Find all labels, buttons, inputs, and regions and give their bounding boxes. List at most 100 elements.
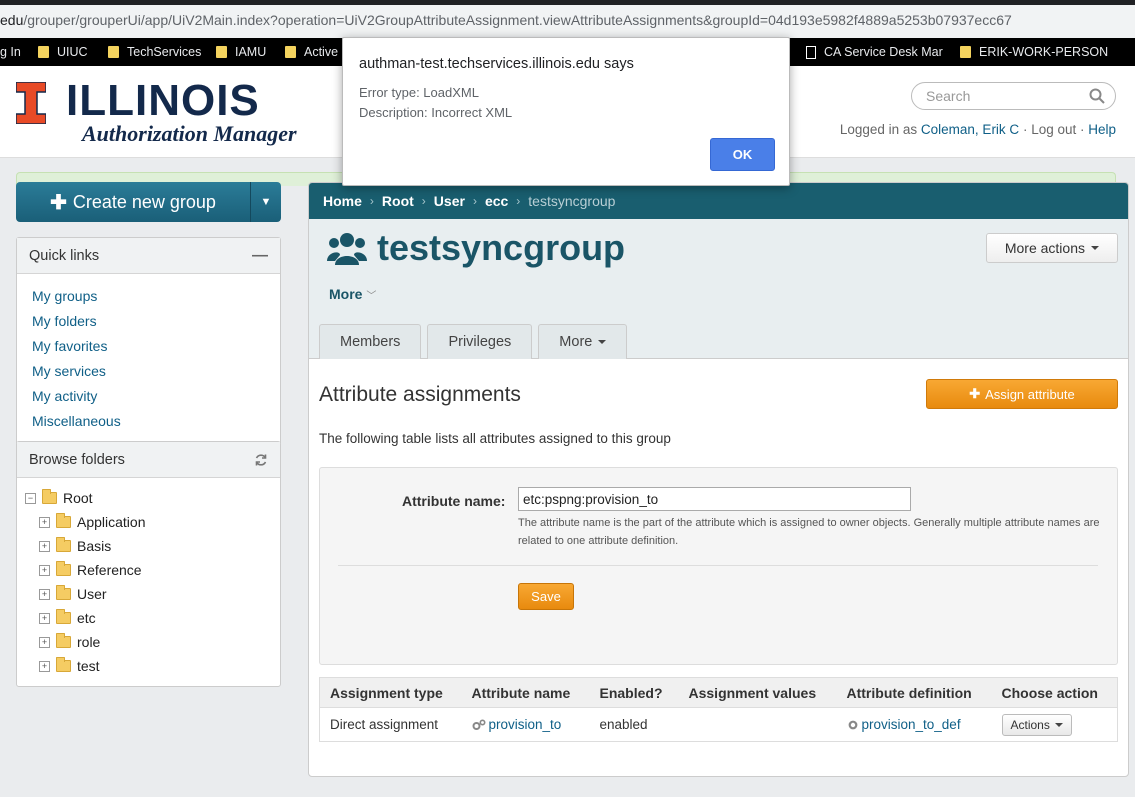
group-header: testsyncgroup More actions More ﹀ Member… [309, 219, 1128, 359]
folder-icon [38, 46, 49, 58]
help-link[interactable]: Help [1088, 122, 1116, 137]
search-box[interactable] [911, 82, 1116, 110]
attribute-name-cell: provision_to [461, 707, 590, 742]
column-header: Assignment values [678, 677, 837, 708]
logo-text[interactable]: ILLINOIS [66, 76, 260, 126]
quick-link-my-groups[interactable]: My groups [32, 288, 97, 304]
tree-node-root[interactable]: − Root [25, 486, 272, 510]
tree-node[interactable]: + Application [25, 510, 272, 534]
section-description: The following table lists all attributes… [319, 431, 671, 446]
breadcrumb-root[interactable]: Root [382, 193, 414, 209]
expand-toggle-icon[interactable]: + [39, 540, 50, 552]
tree-node[interactable]: + role [25, 630, 272, 654]
folder-icon [56, 561, 71, 576]
folder-icon [56, 609, 71, 624]
chevron-down-icon: ﹀ [366, 291, 377, 302]
bookmark-item[interactable]: g In [0, 45, 21, 59]
quick-link-my-services[interactable]: My services [32, 363, 106, 379]
dialog-title: authman-test.techservices.illinois.edu s… [359, 56, 634, 72]
folder-icon [56, 585, 71, 600]
bookmark-item[interactable]: TechServices [108, 45, 201, 59]
tree-node[interactable]: + Reference [25, 558, 272, 582]
quick-link-my-folders[interactable]: My folders [32, 313, 97, 329]
expand-toggle-icon[interactable]: + [39, 516, 50, 528]
caret-down-icon [1091, 246, 1099, 250]
quick-link-my-favorites[interactable]: My favorites [32, 338, 107, 354]
open-folder-icon [42, 489, 57, 504]
logout-link[interactable]: Log out [1031, 122, 1076, 137]
table-header-row: Assignment type Attribute name Enabled? … [319, 677, 1118, 708]
group-users-icon [327, 233, 367, 265]
create-new-group-button[interactable]: ✚ Create new group ▼ [16, 182, 281, 222]
actions-dropdown-button[interactable]: Actions [1001, 713, 1072, 736]
bookmark-item[interactable]: Active [285, 45, 338, 59]
tree-node[interactable]: + etc [25, 606, 272, 630]
tree-node[interactable]: + User [25, 582, 272, 606]
breadcrumb-user[interactable]: User [434, 193, 465, 209]
page-icon [806, 45, 816, 59]
expand-toggle-icon[interactable]: + [39, 660, 50, 672]
create-group-main[interactable]: ✚ Create new group [16, 182, 251, 222]
folder-tree: − Root + Application + Basis + Reference… [17, 478, 280, 686]
attribute-name-form: Attribute name: The attribute name is th… [319, 467, 1118, 665]
group-tabs: Members Privileges More [319, 324, 628, 359]
attribute-definition-link[interactable]: provision_to_def [862, 717, 961, 732]
page-title: testsyncgroup [377, 227, 626, 268]
attribute-name-link[interactable]: provision_to [489, 717, 562, 732]
attribute-name-label: Attribute name: [402, 493, 506, 509]
logo-subtitle: Authorization Manager [82, 121, 297, 146]
expand-toggle-icon[interactable]: + [39, 612, 50, 624]
url-text[interactable]: edu/grouper/grouperUi/app/UiV2Main.index… [0, 12, 1012, 28]
attribute-name-input[interactable] [518, 487, 911, 511]
breadcrumb-ecc[interactable]: ecc [485, 193, 508, 209]
bookmark-item[interactable]: UIUC [38, 45, 88, 59]
bookmark-item[interactable]: ERIK-WORK-PERSON [960, 45, 1108, 59]
bookmark-item[interactable]: CA Service Desk Mar [806, 45, 943, 59]
gear-icon [848, 721, 857, 730]
assignments-table: Assignment type Attribute name Enabled? … [319, 677, 1118, 742]
tree-node[interactable]: + Basis [25, 534, 272, 558]
collapse-icon[interactable]: — [252, 247, 268, 265]
expand-toggle-icon[interactable]: + [39, 636, 50, 648]
save-button[interactable]: Save [518, 583, 574, 610]
table-row: Direct assignment provision_to enabled p… [319, 707, 1118, 742]
refresh-icon[interactable] [254, 453, 268, 467]
folder-icon [56, 513, 71, 528]
assign-attribute-button[interactable]: ✚ Assign attribute [926, 379, 1118, 409]
ok-button[interactable]: OK [710, 138, 775, 171]
quick-link-miscellaneous[interactable]: Miscellaneous [32, 413, 121, 429]
breadcrumb-home[interactable]: Home [323, 193, 362, 209]
more-actions-button[interactable]: More actions [985, 233, 1118, 263]
tab-more[interactable]: More [538, 324, 628, 359]
quick-link-my-activity[interactable]: My activity [32, 388, 97, 404]
attribute-definition-cell: provision_to_def [836, 707, 992, 742]
login-info: Logged in as Coleman, Erik C · Log out ·… [839, 122, 1116, 137]
collapse-toggle-icon[interactable]: − [25, 492, 36, 504]
assignment-values-cell [678, 707, 837, 742]
search-input[interactable] [926, 88, 1086, 104]
folder-icon [56, 537, 71, 552]
choose-action-cell: Actions [991, 707, 1118, 742]
illinois-block-i-logo[interactable] [16, 82, 46, 124]
folder-icon [56, 633, 71, 648]
tree-node[interactable]: + test [25, 654, 272, 678]
create-group-dropdown-toggle[interactable]: ▼ [251, 182, 281, 222]
enabled-cell: enabled [589, 707, 679, 742]
column-header: Enabled? [589, 677, 679, 708]
breadcrumb-current: testsyncgroup [528, 193, 616, 209]
expand-toggle-icon[interactable]: + [39, 564, 50, 576]
main-content: Home › Root › User › ecc › testsyncgroup… [308, 182, 1129, 777]
bookmark-item[interactable]: IAMU [216, 45, 266, 59]
tab-privileges[interactable]: Privileges [427, 324, 533, 359]
quick-links-header: Quick links — [17, 238, 280, 274]
user-name-link[interactable]: Coleman, Erik C [921, 122, 1019, 137]
browser-url-bar[interactable]: edu/grouper/grouperUi/app/UiV2Main.index… [0, 0, 1135, 38]
expand-toggle-icon[interactable]: + [39, 588, 50, 600]
dialog-description: Description: Incorrect XML [359, 105, 513, 120]
folder-icon [216, 46, 227, 58]
search-icon[interactable] [1089, 88, 1105, 104]
group-more-link[interactable]: More ﹀ [329, 286, 376, 302]
tab-members[interactable]: Members [319, 324, 422, 359]
browse-folders-panel: Browse folders − Root + Application + Ba… [16, 441, 281, 687]
quick-links-panel: Quick links — My groups My folders My fa… [16, 237, 281, 443]
